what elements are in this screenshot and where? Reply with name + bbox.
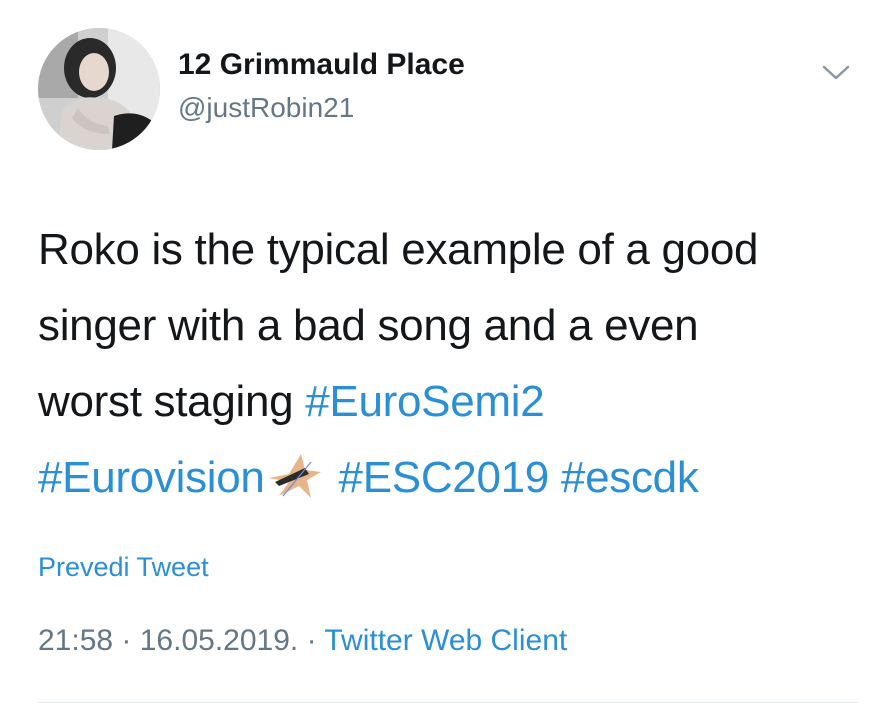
tweet-text-line: singer with a bad song and a even (38, 301, 699, 350)
meta-separator: · (113, 624, 140, 657)
translate-tweet-link[interactable]: Prevedi Tweet (38, 552, 209, 583)
tweet-date[interactable]: 16.05.2019. (140, 624, 298, 657)
hashtag-link[interactable]: #EuroSemi2 (305, 377, 544, 426)
hashtag-link[interactable]: #Eurovision (38, 453, 265, 502)
tweet-text: Roko is the typical example of a good si… (38, 212, 858, 516)
avatar[interactable] (38, 28, 160, 150)
eurovision-star-emoji (268, 454, 321, 498)
tweet-text-line: Roko is the typical example of a good (38, 225, 759, 274)
tweet-card: 12 Grimmauld Place @justRobin21 Roko is … (0, 0, 890, 720)
divider (38, 702, 858, 703)
user-handle[interactable]: @justRobin21 (178, 92, 354, 124)
avatar-photo (38, 28, 160, 150)
tweet-time[interactable]: 21:58 (38, 624, 113, 657)
source-client-link[interactable]: Twitter Web Client (324, 624, 567, 657)
chevron-down-icon[interactable] (818, 58, 854, 86)
tweet-metadata: 21:58 · 16.05.2019. · Twitter Web Client (38, 624, 567, 658)
hashtag-link[interactable]: #escdk (561, 453, 699, 502)
tweet-text-segment: worst staging (38, 377, 306, 426)
hashtag-link[interactable]: #ESC2019 (339, 453, 550, 502)
meta-separator: · (298, 624, 325, 657)
tweet-text-line: worst staging #EuroSemi2 (38, 364, 858, 440)
tweet-text-line: #Eurovision #ESC2019 #escdk (38, 440, 858, 516)
display-name[interactable]: 12 Grimmauld Place (178, 48, 465, 82)
